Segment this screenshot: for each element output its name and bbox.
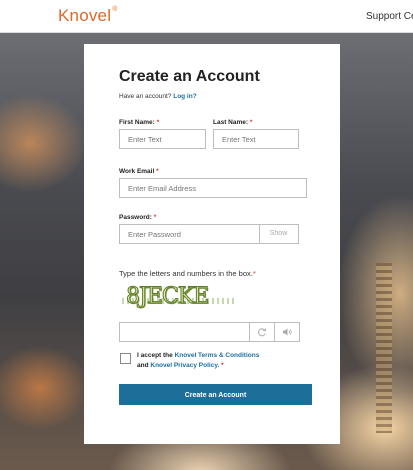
page-title: Create an Account [119,68,260,85]
logo-text: Knovel [58,6,112,25]
signup-card: Create an Account Have an account? Log i… [84,44,340,444]
have-account-line: Have an account? Log in? [119,93,197,100]
password-input[interactable] [119,224,260,244]
required-marker: * [156,168,159,175]
refresh-icon [258,328,267,337]
create-account-button[interactable]: Create an Account [119,384,312,405]
password-label-text: Password: [119,214,152,221]
required-marker: * [156,119,160,126]
launch-tower [376,263,392,433]
terms-line-1: I accept the Knovel Terms & Conditions [137,351,259,361]
last-name-label: Last Name: * [213,119,252,126]
support-link[interactable]: Support Ce [366,11,413,22]
terms-line-2: and Knovel Privacy Policy. * [137,361,259,371]
speaker-icon [282,328,292,336]
required-marker: * [252,269,256,278]
audio-captcha-button[interactable] [275,322,300,342]
top-header: Knovel® Support Ce [0,0,413,33]
terms-checkbox[interactable] [120,353,131,364]
work-email-label: Work Email * [119,168,159,175]
first-name-label: First Name: * [119,119,159,126]
required-marker: * [221,362,224,369]
knovel-logo[interactable]: Knovel® [58,6,118,26]
captcha-instruction-text: Type the letters and numbers in the box. [119,269,253,278]
password-label: Password: * [119,214,156,221]
show-password-button[interactable]: Show [259,224,299,244]
work-email-input[interactable] [119,178,307,198]
work-email-label-text: Work Email [119,168,155,175]
have-account-text: Have an account? [119,93,172,100]
logo-registered-mark: ® [112,6,118,13]
terms-link[interactable]: Knovel Terms & Conditions [175,352,260,359]
first-name-input[interactable] [119,129,206,149]
privacy-link[interactable]: Knovel Privacy Policy. [150,362,219,369]
terms-and: and [137,362,149,369]
terms-prefix: I accept the [137,352,173,359]
captcha-image: 8JECKE [122,284,237,316]
last-name-label-text: Last Name: [213,119,249,126]
last-name-input[interactable] [213,129,299,149]
captcha-input[interactable] [119,322,250,342]
terms-text: I accept the Knovel Terms & Conditions a… [137,351,259,371]
captcha-word: 8JECKE [125,284,209,310]
captcha-instruction: Type the letters and numbers in the box.… [119,269,256,278]
login-link[interactable]: Log in? [173,93,196,100]
first-name-label-text: First Name: [119,119,155,126]
required-marker: * [249,119,253,126]
refresh-captcha-button[interactable] [250,322,275,342]
required-marker: * [153,214,157,221]
